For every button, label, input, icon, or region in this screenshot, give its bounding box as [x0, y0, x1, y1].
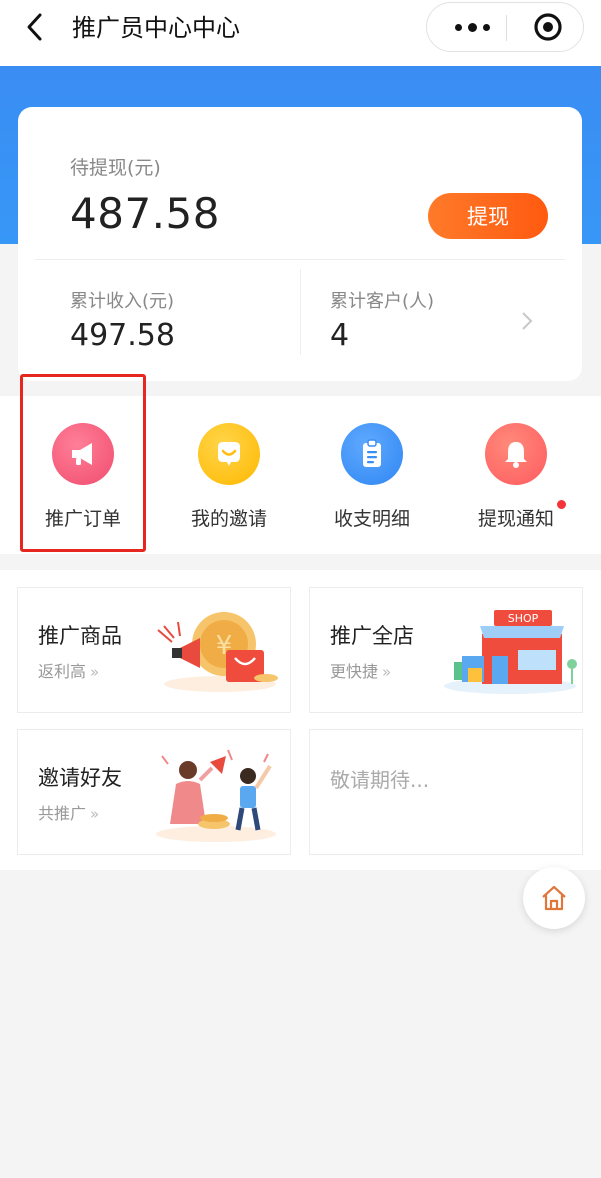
tile-promote-products[interactable]: 推广商品 返利高» ¥	[17, 587, 291, 713]
tile-promote-store[interactable]: 推广全店 更快捷» SHOP	[309, 587, 583, 713]
tile-subtitle: 共推广»	[38, 804, 100, 823]
coming-soon-text: 敬请期待...	[330, 768, 430, 792]
pending-label: 待提现(元)	[70, 157, 161, 179]
double-chevron-icon: »	[90, 663, 100, 681]
shop-illustration: SHOP	[444, 610, 577, 694]
tile-coming-soon: 敬请期待...	[309, 729, 583, 855]
stat-divider	[300, 269, 301, 355]
card-divider	[35, 259, 565, 260]
pending-amount: 487.58	[70, 189, 220, 238]
action-withdraw-notice[interactable]: 提现通知	[441, 396, 591, 554]
tile-subtitle: 返利高»	[38, 662, 100, 681]
capsule-divider	[506, 15, 507, 41]
action-label: 我的邀请	[190, 508, 267, 530]
balance-card: 待提现(元) 487.58 提现 累计收入(元) 497.58 累计客户(人) …	[18, 107, 582, 381]
customers-label[interactable]: 累计客户(人)	[330, 287, 434, 313]
tile-invite-friends[interactable]: 邀请好友 共推广»	[17, 729, 291, 855]
notification-dot	[557, 500, 566, 509]
tile-title: 推广全店	[330, 624, 414, 648]
invite-bubble-icon	[198, 423, 260, 485]
promo-grid: 推广商品 返利高» ¥ 推广全店 更快捷» SHOP 邀请好友 共推广 » 敬请…	[0, 570, 601, 870]
home-button[interactable]	[523, 867, 585, 929]
action-label: 收支明细	[333, 508, 410, 530]
quick-actions: 推广订单 我的邀请 收支明细 提现通知	[0, 396, 601, 554]
shop-sign-text: SHOP	[508, 612, 539, 625]
income-value: 497.58	[70, 318, 175, 353]
bell-icon	[485, 423, 547, 485]
double-chevron-icon: »	[382, 663, 392, 681]
double-chevron-icon: »	[90, 805, 100, 823]
more-dots-icon[interactable]	[441, 3, 503, 51]
home-icon	[542, 885, 566, 911]
action-label: 推广订单	[44, 508, 121, 530]
tile-subtitle: 更快捷»	[330, 662, 392, 681]
megaphone-icon	[52, 423, 114, 485]
income-label: 累计收入(元)	[70, 291, 175, 312]
clipboard-icon	[341, 423, 403, 485]
action-promo-orders[interactable]: 推广订单	[8, 396, 158, 554]
withdraw-button[interactable]: 提现	[428, 193, 548, 239]
mini-program-capsule	[426, 2, 584, 52]
chevron-right-icon[interactable]	[520, 311, 534, 331]
action-my-invites[interactable]: 我的邀请	[154, 396, 304, 554]
top-nav-bar: 推广员中心中心	[0, 0, 601, 66]
action-income-details[interactable]: 收支明细	[297, 396, 447, 554]
action-label: 提现通知	[477, 508, 554, 530]
chevron-left-icon[interactable]	[20, 12, 50, 42]
tile-title: 邀请好友	[38, 766, 122, 790]
tile-title: 推广商品	[38, 624, 122, 648]
target-close-icon[interactable]	[533, 12, 563, 42]
people-celebrating-illustration	[156, 749, 276, 842]
coin-gift-illustration: ¥	[157, 612, 278, 692]
customers-value[interactable]: 4	[330, 318, 349, 353]
page-title: 推广员中心中心	[72, 14, 240, 42]
